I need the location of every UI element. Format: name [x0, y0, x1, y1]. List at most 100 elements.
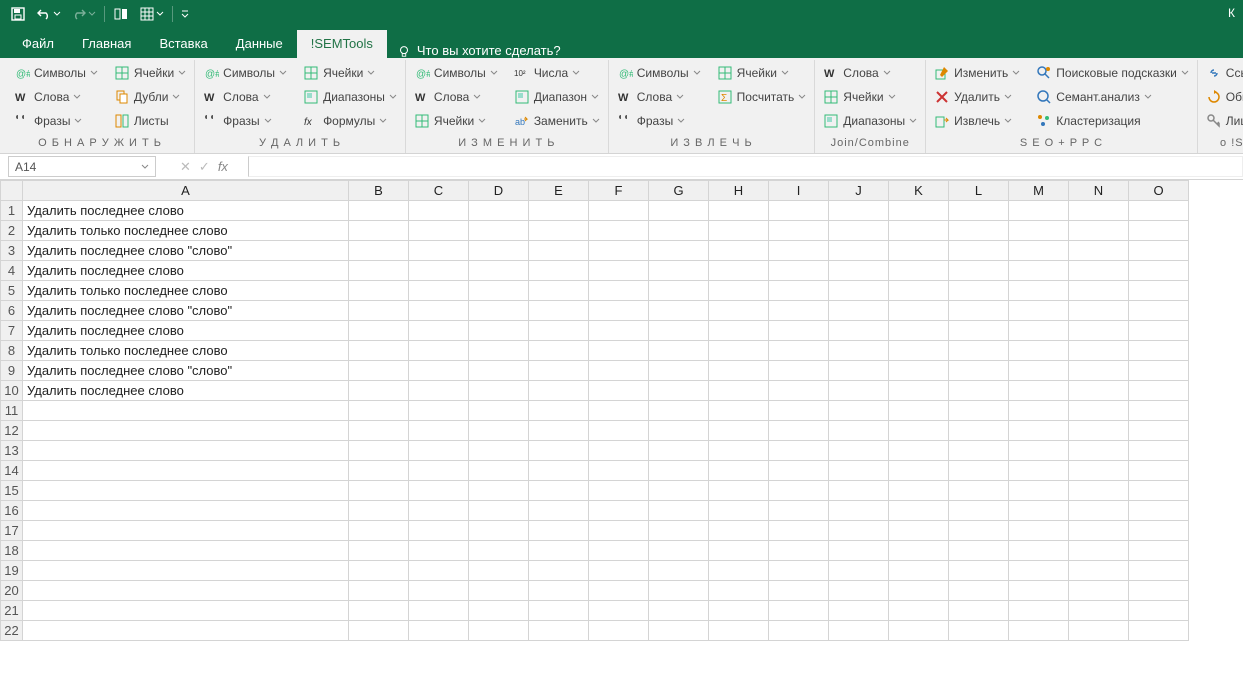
col-header-J[interactable]: J [829, 181, 889, 201]
ribbon-btn-ячейки[interactable]: Ячейки [821, 86, 919, 108]
cell-M12[interactable] [1009, 421, 1069, 441]
row-header-17[interactable]: 17 [1, 521, 23, 541]
cell-A20[interactable] [23, 581, 349, 601]
cell-O20[interactable] [1129, 581, 1189, 601]
qat-custom2-button[interactable] [135, 4, 168, 24]
row-header-21[interactable]: 21 [1, 601, 23, 621]
cell-I16[interactable] [769, 501, 829, 521]
cell-E3[interactable] [529, 241, 589, 261]
cell-A5[interactable]: Удалить только последнее слово [23, 281, 349, 301]
cell-L20[interactable] [949, 581, 1009, 601]
ribbon-btn-символы[interactable]: @#Символы [615, 62, 703, 84]
cell-B17[interactable] [349, 521, 409, 541]
cell-I17[interactable] [769, 521, 829, 541]
cell-B20[interactable] [349, 581, 409, 601]
row-header-12[interactable]: 12 [1, 421, 23, 441]
cell-G5[interactable] [649, 281, 709, 301]
ribbon-btn-листы[interactable]: Листы [112, 110, 188, 132]
cell-E11[interactable] [529, 401, 589, 421]
cell-G1[interactable] [649, 201, 709, 221]
cell-A10[interactable]: Удалить последнее слово [23, 381, 349, 401]
cell-D6[interactable] [469, 301, 529, 321]
cell-I18[interactable] [769, 541, 829, 561]
cell-B6[interactable] [349, 301, 409, 321]
row-header-16[interactable]: 16 [1, 501, 23, 521]
cell-A7[interactable]: Удалить последнее слово [23, 321, 349, 341]
col-header-M[interactable]: M [1009, 181, 1069, 201]
cell-H13[interactable] [709, 441, 769, 461]
row-header-13[interactable]: 13 [1, 441, 23, 461]
cell-G13[interactable] [649, 441, 709, 461]
cell-C1[interactable] [409, 201, 469, 221]
row-header-14[interactable]: 14 [1, 461, 23, 481]
cell-M14[interactable] [1009, 461, 1069, 481]
cell-L12[interactable] [949, 421, 1009, 441]
cell-H15[interactable] [709, 481, 769, 501]
cell-N11[interactable] [1069, 401, 1129, 421]
cell-K15[interactable] [889, 481, 949, 501]
cell-K18[interactable] [889, 541, 949, 561]
cell-I12[interactable] [769, 421, 829, 441]
cell-D7[interactable] [469, 321, 529, 341]
cell-N8[interactable] [1069, 341, 1129, 361]
cell-E20[interactable] [529, 581, 589, 601]
cell-J13[interactable] [829, 441, 889, 461]
row-header-1[interactable]: 1 [1, 201, 23, 221]
cell-M6[interactable] [1009, 301, 1069, 321]
cell-O4[interactable] [1129, 261, 1189, 281]
tab-home[interactable]: Главная [68, 30, 145, 58]
cell-N9[interactable] [1069, 361, 1129, 381]
cell-C18[interactable] [409, 541, 469, 561]
cell-A15[interactable] [23, 481, 349, 501]
cell-K16[interactable] [889, 501, 949, 521]
cell-D20[interactable] [469, 581, 529, 601]
ribbon-btn-извлечь[interactable]: Извлечь [932, 110, 1022, 132]
cell-D16[interactable] [469, 501, 529, 521]
cell-K9[interactable] [889, 361, 949, 381]
cell-F21[interactable] [589, 601, 649, 621]
cell-D21[interactable] [469, 601, 529, 621]
cell-B8[interactable] [349, 341, 409, 361]
col-header-D[interactable]: D [469, 181, 529, 201]
cell-L5[interactable] [949, 281, 1009, 301]
cell-I6[interactable] [769, 301, 829, 321]
cell-F19[interactable] [589, 561, 649, 581]
cell-J22[interactable] [829, 621, 889, 641]
cell-C10[interactable] [409, 381, 469, 401]
cell-F6[interactable] [589, 301, 649, 321]
ribbon-btn-числа[interactable]: 10²Числа [512, 62, 602, 84]
cell-G10[interactable] [649, 381, 709, 401]
cell-D8[interactable] [469, 341, 529, 361]
cell-I3[interactable] [769, 241, 829, 261]
cell-A17[interactable] [23, 521, 349, 541]
cell-D5[interactable] [469, 281, 529, 301]
ribbon-btn-семант-анализ[interactable]: Семант.анализ [1034, 86, 1191, 108]
cell-L15[interactable] [949, 481, 1009, 501]
row-header-8[interactable]: 8 [1, 341, 23, 361]
cell-G14[interactable] [649, 461, 709, 481]
cell-C22[interactable] [409, 621, 469, 641]
cell-O21[interactable] [1129, 601, 1189, 621]
cell-K1[interactable] [889, 201, 949, 221]
ribbon-btn-дубли[interactable]: Дубли [112, 86, 188, 108]
cell-L9[interactable] [949, 361, 1009, 381]
cell-N12[interactable] [1069, 421, 1129, 441]
cell-I19[interactable] [769, 561, 829, 581]
cell-H8[interactable] [709, 341, 769, 361]
cell-A11[interactable] [23, 401, 349, 421]
row-header-4[interactable]: 4 [1, 261, 23, 281]
row-header-5[interactable]: 5 [1, 281, 23, 301]
cell-D2[interactable] [469, 221, 529, 241]
cell-D15[interactable] [469, 481, 529, 501]
cell-O8[interactable] [1129, 341, 1189, 361]
save-button[interactable] [6, 4, 30, 24]
cell-O1[interactable] [1129, 201, 1189, 221]
cell-G16[interactable] [649, 501, 709, 521]
cell-C4[interactable] [409, 261, 469, 281]
cell-O13[interactable] [1129, 441, 1189, 461]
cell-G20[interactable] [649, 581, 709, 601]
cell-B2[interactable] [349, 221, 409, 241]
cell-M4[interactable] [1009, 261, 1069, 281]
accept-formula-button[interactable]: ✓ [199, 159, 210, 175]
cell-H6[interactable] [709, 301, 769, 321]
